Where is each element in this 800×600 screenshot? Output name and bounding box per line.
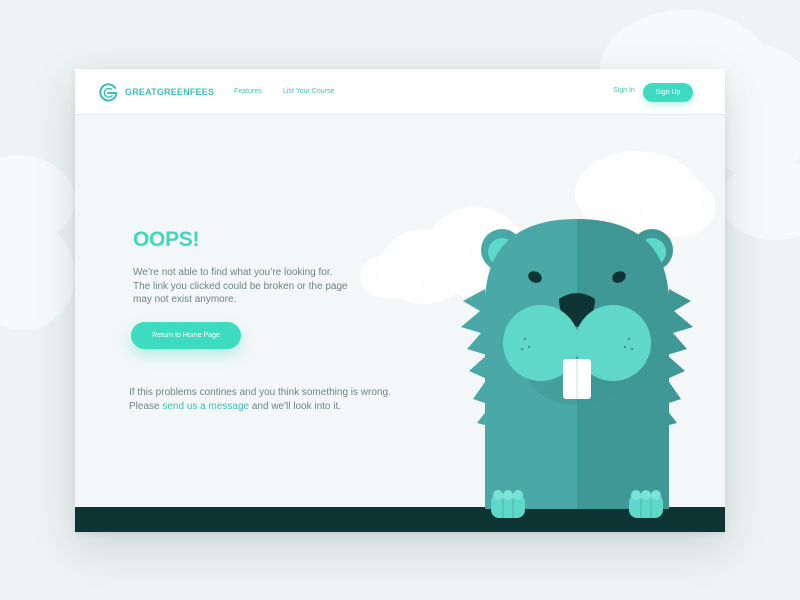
background-cloud [720, 160, 800, 240]
error-message-line: may not exist anymore. [133, 294, 237, 305]
brand-name[interactable]: GREATGREENFEES [125, 87, 214, 97]
top-nav-bar: GREATGREENFEES Features List Your Course… [75, 69, 725, 115]
help-text: If this problems contines and you think … [129, 386, 429, 414]
g-logo-icon[interactable] [98, 82, 119, 103]
beaver-illustration [461, 219, 693, 518]
send-message-link[interactable]: send us a message [162, 401, 249, 412]
error-message: We’re not able to find what you’re looki… [133, 266, 373, 307]
nav-link-features[interactable]: Features [234, 88, 262, 95]
left-paw [491, 490, 525, 518]
help-suffix: and we'll look into it. [249, 401, 342, 412]
background-cloud [0, 220, 75, 330]
error-title: OOPS! [133, 228, 200, 251]
error-message-line: We’re not able to find what you’re looki… [133, 267, 333, 278]
error-message-line: The link you clicked could be broken or … [133, 280, 348, 292]
sign-up-button[interactable]: Sign Up [643, 83, 693, 102]
help-text-line: If this problems contines and you think … [129, 387, 391, 398]
sign-in-link[interactable]: Sign In [613, 87, 635, 94]
right-paw [629, 490, 663, 518]
help-prefix: Please [129, 401, 163, 412]
help-text-line: Please send us a message and we'll look … [129, 400, 429, 414]
browser-window: GREATGREENFEES Features List Your Course… [75, 69, 725, 532]
nav-link-list-your-course[interactable]: List Your Course [283, 88, 334, 95]
return-home-button[interactable]: Return to Home Page [131, 322, 241, 349]
